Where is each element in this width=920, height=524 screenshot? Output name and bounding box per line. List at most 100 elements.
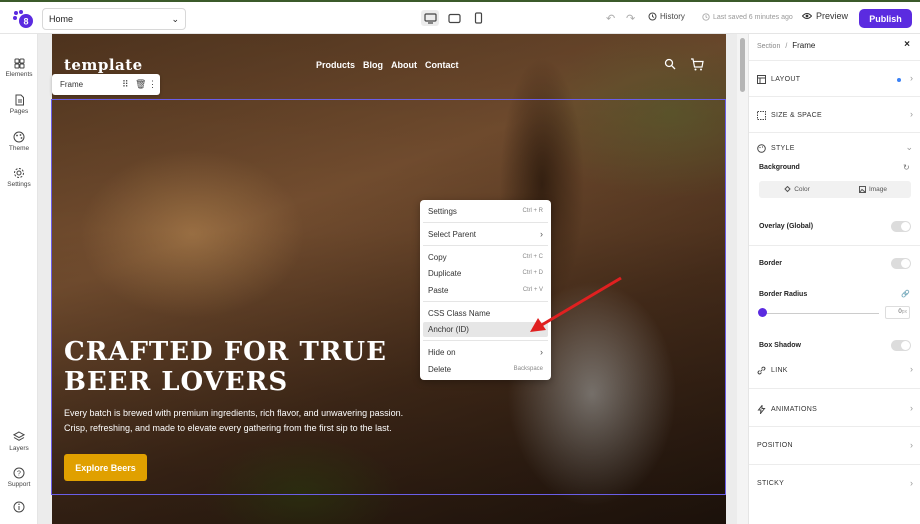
modified-indicator xyxy=(897,78,901,82)
nav-link-blog[interactable]: Blog xyxy=(363,60,383,70)
hero-title-line-2: BEER LOVERS xyxy=(64,367,289,397)
sidebar-label-support: Support xyxy=(7,481,31,488)
section-size-space[interactable]: SIZE & SPACE › xyxy=(749,96,920,132)
section-header: POSITION xyxy=(757,442,793,449)
search-icon[interactable] xyxy=(664,58,676,70)
menu-item-shortcut: Ctrl + D xyxy=(522,270,543,276)
menu-item-css-class-name[interactable]: CSS Class Name xyxy=(423,306,548,321)
nav-link-products[interactable]: Products xyxy=(316,60,355,70)
layers-icon xyxy=(13,431,25,441)
app-logo-icon[interactable]: 8 xyxy=(12,9,34,29)
nav-link-contact[interactable]: Contact xyxy=(425,60,459,70)
history-button[interactable]: History xyxy=(648,12,685,21)
chevron-down-icon[interactable]: ⌄ xyxy=(905,142,913,153)
canvas-scrollbar[interactable] xyxy=(737,34,748,524)
sidebar-item-elements[interactable]: Elements xyxy=(0,58,38,78)
palette-icon xyxy=(13,131,25,143)
menu-item-delete[interactable]: Delete Backspace xyxy=(423,362,548,377)
link-icon xyxy=(757,366,766,375)
chevron-right-icon: › xyxy=(910,440,913,450)
breadcrumb-parent[interactable]: Section xyxy=(757,43,780,50)
site-nav: Products Blog About Contact xyxy=(316,60,459,70)
history-label: History xyxy=(660,12,685,21)
menu-item-anchor-id[interactable]: Anchor (ID) xyxy=(423,322,548,337)
tablet-view-button[interactable] xyxy=(445,10,463,26)
mobile-view-button[interactable] xyxy=(469,10,487,26)
section-link[interactable]: LINK › xyxy=(749,350,920,388)
menu-item-settings[interactable]: Settings Ctrl + R xyxy=(423,204,548,219)
menu-divider xyxy=(423,301,548,302)
frame-toolbar[interactable]: Frame ⠿ 🗑 ⋮ xyxy=(52,74,160,95)
menu-item-hide-on[interactable]: Hide on › xyxy=(423,345,548,360)
gear-icon xyxy=(14,168,24,178)
clock-icon xyxy=(702,13,710,21)
nav-link-about[interactable]: About xyxy=(391,60,417,70)
menu-item-select-parent[interactable]: Select Parent › xyxy=(423,227,548,242)
undo-icon[interactable]: ↶ xyxy=(606,12,615,25)
sidebar-item-theme[interactable]: Theme xyxy=(0,131,38,152)
help-icon: ? xyxy=(13,467,25,479)
hero-section[interactable]: template Products Blog About Contact CRA… xyxy=(52,34,726,524)
sidebar-item-support[interactable]: ? Support xyxy=(0,467,38,488)
drag-handle-icon[interactable]: ⠿ xyxy=(122,79,129,90)
preview-button[interactable]: Preview xyxy=(802,11,848,21)
section-layout[interactable]: LAYOUT › xyxy=(749,60,920,96)
sidebar-item-pages[interactable]: Pages xyxy=(0,94,38,115)
section-animations[interactable]: ANIMATIONS › xyxy=(749,388,920,426)
chevron-right-icon: › xyxy=(910,478,913,488)
section-header: ANIMATIONS xyxy=(757,405,817,414)
save-status: Last saved 6 minutes ago xyxy=(702,13,793,21)
border-toggle[interactable] xyxy=(891,258,911,269)
site-nav-icons xyxy=(664,58,704,71)
eye-icon xyxy=(802,13,812,19)
section-header[interactable]: STYLE xyxy=(757,144,795,153)
menu-item-label: Select Parent xyxy=(428,230,477,239)
menu-item-label: Delete xyxy=(428,365,452,374)
desktop-view-button[interactable] xyxy=(421,10,439,26)
border-radius-slider-knob[interactable] xyxy=(758,308,767,317)
editor-canvas[interactable]: template Products Blog About Contact CRA… xyxy=(38,34,748,524)
section-header: LAYOUT xyxy=(757,75,800,84)
svg-text:8: 8 xyxy=(23,17,28,27)
border-radius-slider-track[interactable] xyxy=(763,313,879,314)
sidebar-label-settings: Settings xyxy=(7,181,31,188)
sidebar-item-layers[interactable]: Layers xyxy=(0,431,38,452)
overlay-label: Overlay (Global) xyxy=(759,223,814,230)
info-button[interactable] xyxy=(0,501,38,515)
menu-item-shortcut: Backspace xyxy=(513,366,543,372)
menu-item-copy[interactable]: Copy Ctrl + C xyxy=(423,250,548,265)
menu-item-paste[interactable]: Paste Ctrl + V xyxy=(423,283,548,298)
sidebar-item-settings[interactable]: Settings xyxy=(0,167,38,188)
trash-icon[interactable]: 🗑 xyxy=(135,79,146,90)
section-title: STICKY xyxy=(757,480,785,487)
frame-toolbar-label: Frame xyxy=(60,80,84,89)
menu-item-shortcut: Ctrl + V xyxy=(522,287,543,293)
color-tab-label: Color xyxy=(794,186,810,193)
publish-button[interactable]: Publish xyxy=(859,9,912,28)
menu-item-duplicate[interactable]: Duplicate Ctrl + D xyxy=(423,266,548,281)
breadcrumb-current: Frame xyxy=(792,41,816,50)
sidebar-label-pages: Pages xyxy=(9,108,29,115)
link-icon[interactable]: 🔗 xyxy=(901,290,910,298)
breadcrumb-separator: / xyxy=(785,43,788,50)
redo-icon[interactable]: ↷ xyxy=(626,12,635,25)
overlay-toggle[interactable] xyxy=(891,221,911,232)
background-type-tabs: Color Image xyxy=(759,181,911,198)
section-position[interactable]: POSITION › xyxy=(749,426,920,464)
close-icon[interactable]: × xyxy=(904,39,910,50)
section-sticky[interactable]: STICKY › xyxy=(749,464,920,504)
image-tab[interactable]: Image xyxy=(835,181,911,198)
site-logo[interactable]: template xyxy=(64,56,143,74)
cart-icon[interactable] xyxy=(690,58,704,71)
menu-divider xyxy=(423,245,548,246)
reset-icon[interactable]: ↻ xyxy=(903,163,910,172)
page-select[interactable]: Home ⌄ xyxy=(42,8,186,30)
size-icon xyxy=(757,111,766,120)
border-row: Border xyxy=(749,245,920,281)
chevron-right-icon: › xyxy=(540,347,543,357)
color-tab[interactable]: Color xyxy=(759,181,835,198)
scrollbar-thumb[interactable] xyxy=(740,38,745,92)
border-radius-input[interactable]: 0px xyxy=(885,306,910,319)
explore-beers-button[interactable]: Explore Beers xyxy=(64,454,147,481)
more-options-icon[interactable]: ⋮ xyxy=(148,79,157,90)
